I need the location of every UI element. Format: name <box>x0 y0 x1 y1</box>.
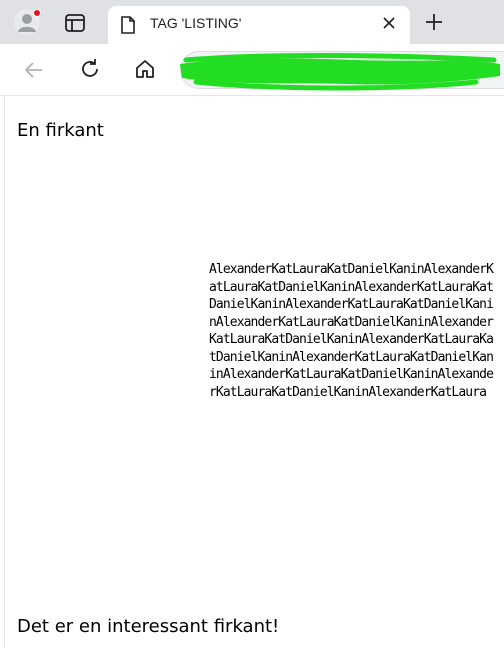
home-icon[interactable] <box>133 57 157 81</box>
page-content: En firkant AlexanderKatLauraKatDanielKan… <box>4 96 504 648</box>
listing-block: AlexanderKatLauraKatDanielKaninAlexander… <box>209 262 494 400</box>
back-arrow-icon[interactable] <box>22 58 46 82</box>
active-tab[interactable]: TAG 'LISTING' <box>108 6 410 44</box>
close-tab-icon[interactable] <box>382 16 396 30</box>
notification-dot <box>33 9 41 17</box>
reload-icon[interactable] <box>78 57 102 81</box>
url-redaction-scribble <box>180 53 500 91</box>
closing-paragraph: Det er en interessant firkant! <box>17 616 280 637</box>
tab-actions-icon[interactable] <box>64 13 86 33</box>
page-document-icon <box>121 16 135 34</box>
new-tab-icon[interactable] <box>424 12 444 32</box>
tab-title: TAG 'LISTING' <box>150 15 242 31</box>
page-heading: En firkant <box>17 120 104 141</box>
tab-strip: TAG 'LISTING' <box>0 0 504 44</box>
